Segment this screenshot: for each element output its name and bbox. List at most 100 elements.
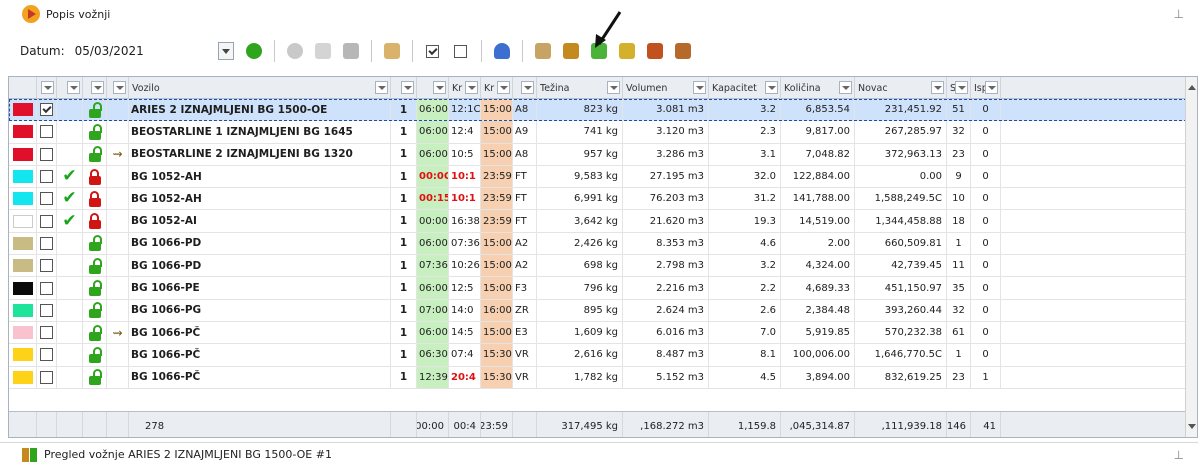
unlocked-icon[interactable] (88, 302, 102, 319)
column-header-volumen[interactable]: Volumen (623, 77, 709, 99)
unlocked-icon[interactable] (88, 235, 102, 252)
truck-button-5[interactable] (672, 40, 694, 62)
vertical-scrollbar[interactable] (1185, 77, 1197, 437)
cell-value: 00:0C (419, 171, 449, 183)
column-header-kapacitet[interactable]: Kapacitet (709, 77, 781, 99)
table-row[interactable]: ⇝ BG 1066-PČ 1 06:00 14:5 15:00 E3 1,609 kg 6.01… (9, 321, 1187, 345)
truck-button-4[interactable] (644, 40, 666, 62)
column-header-t3[interactable]: Kr (481, 77, 513, 99)
disabled-button-2[interactable] (312, 40, 334, 62)
truck-button-1[interactable] (560, 40, 582, 62)
pin-icon[interactable]: ⊥ (1174, 7, 1184, 21)
row-checkbox[interactable] (40, 192, 53, 206)
unlocked-icon[interactable] (88, 257, 102, 274)
unlocked-icon[interactable] (88, 324, 102, 341)
column-filter-button[interactable] (401, 81, 414, 94)
column-header-code[interactable] (513, 77, 537, 99)
user-button[interactable] (491, 40, 513, 62)
column-header-vozilo[interactable]: Vozilo (129, 77, 391, 99)
new-route-button[interactable] (532, 40, 554, 62)
copy-button[interactable] (340, 40, 362, 62)
unlocked-icon[interactable] (88, 280, 102, 297)
cell-vozilo: BG 1066-PD (129, 232, 391, 255)
table-row[interactable]: BG 1066-PD 1 07:36 10:26 15:00 A2 698 kg 2.798 … (9, 255, 1187, 278)
column-header-n[interactable] (391, 77, 417, 99)
disabled-button-1[interactable] (284, 40, 306, 62)
column-filter-button[interactable] (41, 81, 54, 94)
column-header-kolicina[interactable]: Količina (781, 77, 855, 99)
column-header-sk[interactable]: Sk (947, 77, 971, 99)
column-header-t2[interactable]: Kr (449, 77, 481, 99)
column-filter-button[interactable] (433, 81, 446, 94)
row-checkbox[interactable] (40, 326, 53, 340)
row-checkbox[interactable] (40, 103, 53, 117)
column-filter-button[interactable] (67, 81, 80, 94)
column-filter-button[interactable] (375, 81, 388, 94)
column-header-status[interactable] (57, 77, 83, 99)
column-filter-button[interactable] (91, 81, 104, 94)
table-row[interactable]: ✔ BG 1052-AH 1 00:15 10:1 23:59 FT 6,991 kg 76.2… (9, 188, 1187, 211)
table-row[interactable]: BEOSTARLINE 1 IZNAJMLJENI BG 1645 1 06:00 1… (9, 121, 1187, 144)
row-color-swatch (12, 192, 33, 206)
column-filter-button[interactable] (113, 81, 126, 94)
pin-icon[interactable]: ⊥ (1174, 448, 1184, 462)
column-header-tezina[interactable]: Težina (537, 77, 623, 99)
column-filter-button[interactable] (465, 81, 478, 94)
uncheck-all-button[interactable] (450, 40, 472, 62)
check-all-button[interactable] (422, 40, 444, 62)
unlocked-icon[interactable] (88, 101, 102, 118)
date-dropdown-button[interactable] (217, 42, 234, 60)
column-filter-button[interactable] (839, 81, 852, 94)
column-filter-button[interactable] (607, 81, 620, 94)
document-icon (534, 43, 551, 59)
column-header-isp[interactable]: Isp (971, 77, 1001, 99)
unlocked-icon[interactable] (88, 123, 102, 140)
row-checkbox[interactable] (40, 170, 53, 184)
cell-vozilo: BEOSTARLINE 1 IZNAJMLJENI BG 1645 (129, 121, 391, 143)
cell-check (37, 277, 57, 299)
table-row[interactable]: BG 1066-PG 1 07:00 14:0 16:00 ZR 895 kg 2.624 m… (9, 299, 1187, 322)
unlocked-icon[interactable] (88, 146, 102, 163)
unlocked-icon[interactable] (88, 346, 102, 363)
row-checkbox[interactable] (40, 214, 53, 228)
row-checkbox[interactable] (40, 281, 53, 295)
table-row[interactable]: BG 1066-PČ 1 06:30 07:4 15:30 VR 2,616 kg 8.487… (9, 344, 1187, 367)
table-row[interactable]: BG 1066-PČ 1 12:39 20:4 15:30 VR 1,782 kg 5.152… (9, 366, 1187, 389)
row-checkbox[interactable] (40, 303, 53, 317)
table-row[interactable]: BG 1066-PE 1 06:00 12:5 15:00 F3 796 kg 2.216 m… (9, 277, 1187, 300)
column-header-color[interactable] (9, 77, 37, 99)
column-filter-button[interactable] (765, 81, 778, 94)
column-filter-button[interactable] (521, 81, 534, 94)
document-button[interactable] (381, 40, 403, 62)
table-row[interactable]: ⇝ BEOSTARLINE 2 IZNAJMLJENI BG 1320 1 06:00… (9, 143, 1187, 166)
cell-t3: 15:00 (481, 277, 513, 299)
column-filter-button[interactable] (693, 81, 706, 94)
column-filter-button[interactable] (497, 81, 510, 94)
column-header-t1[interactable] (417, 77, 449, 99)
column-header-lock[interactable] (83, 77, 107, 99)
row-checkbox[interactable] (40, 348, 53, 362)
locked-icon[interactable] (88, 168, 102, 185)
locked-icon[interactable] (88, 213, 102, 230)
column-header-check[interactable] (37, 77, 57, 99)
table-row[interactable]: BG 1066-PD 1 06:00 07:36 15:00 A2 2,426 kg 8.35… (9, 232, 1187, 256)
unlocked-icon[interactable] (88, 369, 102, 386)
table-row[interactable]: ARIES 2 IZNAJMLJENI BG 1500-OE 1 06:00 12:1… (9, 99, 1187, 122)
row-checkbox[interactable] (40, 236, 53, 250)
row-checkbox[interactable] (40, 147, 53, 161)
row-checkbox[interactable] (40, 125, 53, 139)
table-row[interactable]: ✔ BG 1052-AH 1 00:0C 10:1 23:59 FT 9,583 kg 27.1… (9, 165, 1187, 189)
column-header-novac[interactable]: Novac (855, 77, 947, 99)
row-checkbox[interactable] (40, 259, 53, 273)
column-filter-button[interactable] (931, 81, 944, 94)
refresh-button[interactable] (243, 40, 265, 62)
table-row[interactable]: ✔ BG 1052-AI 1 00:00 16:38 23:59 FT 3,642 kg 21.… (9, 210, 1187, 233)
row-checkbox[interactable] (40, 370, 53, 384)
column-filter-button[interactable] (985, 81, 998, 94)
column-filter-button[interactable] (955, 81, 968, 94)
cell-kolicina: 9,817.00 (781, 121, 855, 143)
column-header-route[interactable] (107, 77, 129, 99)
locked-icon[interactable] (88, 190, 102, 207)
cell-value: 20:4 (451, 371, 476, 383)
date-field[interactable]: 05/03/2021 (75, 44, 218, 58)
